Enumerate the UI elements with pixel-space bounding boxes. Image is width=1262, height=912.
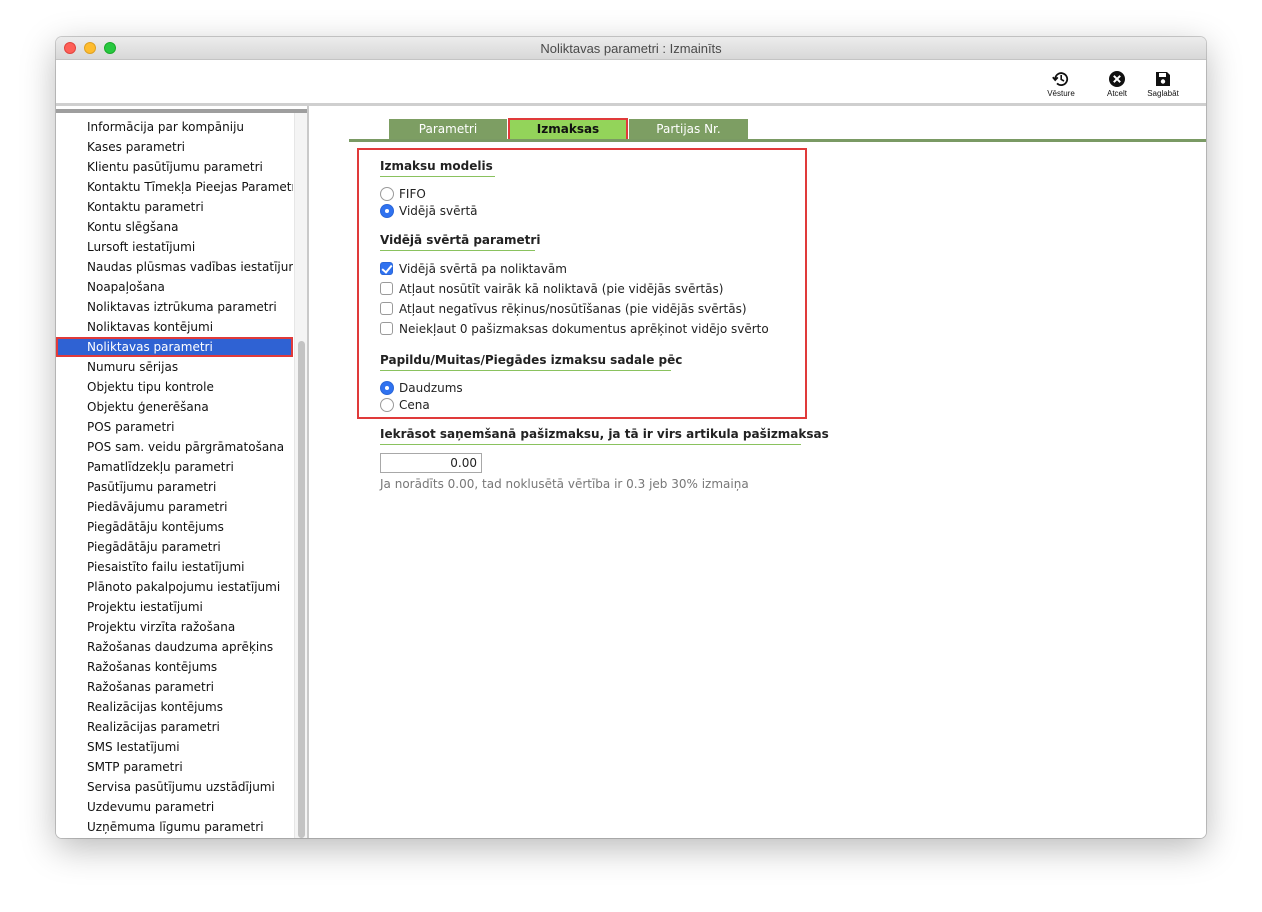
sidebar-item[interactable]: SMS Iestatījumi xyxy=(56,737,293,757)
sidebar-item[interactable]: Kontaktu parametri xyxy=(56,197,293,217)
sidebar-item[interactable]: Ražošanas daudzuma aprēķins xyxy=(56,637,293,657)
history-label: Vēsture xyxy=(1047,89,1075,98)
title-bar: Noliktavas parametri : Izmainīts xyxy=(56,37,1206,60)
sidebar-item[interactable]: Realizācijas parametri xyxy=(56,717,293,737)
toolbar: Vēsture Atcelt Saglabāt xyxy=(56,60,1206,106)
sidebar-item[interactable]: Piesaistīto failu iestatījumi xyxy=(56,557,293,577)
sidebar-item[interactable]: Pamatlīdzekļu parametri xyxy=(56,457,293,477)
sidebar: Informācija par kompāniju Kases parametri… xyxy=(56,109,307,838)
sidebar-item[interactable]: Pasūtījumu parametri xyxy=(56,477,293,497)
quantity-label: Daudzums xyxy=(399,381,463,395)
sidebar-item[interactable]: Projektu iestatījumi xyxy=(56,597,293,617)
sidebar-item[interactable]: Objektu ģenerēšana xyxy=(56,397,293,417)
sidebar-item[interactable]: Piedāvājumu parametri xyxy=(56,497,293,517)
sidebar-item[interactable]: Kases parametri xyxy=(56,137,293,157)
distribution-title: Papildu/Muitas/Piegādes izmaksu sadale p… xyxy=(380,353,682,371)
main-panel: Parametri Izmaksas Partijas Nr. Izmaksu … xyxy=(309,109,1206,838)
fifo-label: FIFO xyxy=(399,187,426,201)
sidebar-item[interactable]: Servisa pasūtījumu uzstādījumi xyxy=(56,777,293,797)
exclude-zero-cost-label: Neiekļaut 0 pašizmaksas dokumentus aprēķ… xyxy=(399,322,769,336)
sidebar-item[interactable]: Numuru sērijas xyxy=(56,357,293,377)
threshold-hint: Ja norādīts 0.00, tad noklusētā vērtība … xyxy=(380,477,749,491)
threshold-title: Iekrāsot saņemšanā pašizmaksu, ja tā ir … xyxy=(380,427,829,445)
radio-unselected xyxy=(380,397,394,412)
sidebar-item[interactable]: Informācija par kompāniju xyxy=(56,117,293,137)
fifo-radio[interactable]: FIFO xyxy=(380,186,426,202)
per-warehouse-label: Vidējā svērtā pa noliktavām xyxy=(399,262,567,276)
checkbox-unchecked xyxy=(380,322,393,335)
weighted-params-title: Vidējā svērtā parametri xyxy=(380,233,540,251)
floppy-disk-icon xyxy=(1156,72,1170,86)
sidebar-item[interactable]: Plānoto pakalpojumu iestatījumi xyxy=(56,577,293,597)
quantity-radio[interactable]: Daudzums xyxy=(380,380,463,396)
price-radio[interactable]: Cena xyxy=(380,397,430,413)
exclude-zero-cost-checkbox[interactable]: Neiekļaut 0 pašizmaksas dokumentus aprēķ… xyxy=(380,321,769,337)
threshold-input[interactable]: 0.00 xyxy=(380,453,482,473)
sidebar-item[interactable]: Naudas plūsmas vadības iestatījumi xyxy=(56,257,293,277)
price-label: Cena xyxy=(399,398,430,412)
allow-overship-checkbox[interactable]: Atļaut nosūtīt vairāk kā noliktavā (pie … xyxy=(380,281,723,297)
tab-bar-line xyxy=(349,139,1206,142)
tab-izmaksas[interactable]: Izmaksas xyxy=(508,118,628,141)
radio-unselected xyxy=(380,186,394,201)
per-warehouse-checkbox[interactable]: Vidējā svērtā pa noliktavām xyxy=(380,261,567,277)
sidebar-item[interactable]: Projektu virzīta ražošana xyxy=(56,617,293,637)
history-icon xyxy=(1052,72,1069,86)
cancel-button[interactable]: Atcelt xyxy=(1095,70,1139,98)
sidebar-item[interactable]: Noliktavas iztrūkuma parametri xyxy=(56,297,293,317)
allow-negative-checkbox[interactable]: Atļaut negatīvus rēķinus/nosūtīšanas (pi… xyxy=(380,301,747,317)
sidebar-item[interactable]: Klientu pasūtījumu parametri xyxy=(56,157,293,177)
sidebar-scrollbar[interactable] xyxy=(294,113,307,838)
tab-parametri[interactable]: Parametri xyxy=(389,119,507,140)
sidebar-list: Informācija par kompāniju Kases parametri… xyxy=(56,117,293,837)
sidebar-item[interactable]: Uzdevumu parametri xyxy=(56,797,293,817)
sidebar-scroll-thumb[interactable] xyxy=(298,341,305,838)
app-window: Noliktavas parametri : Izmainīts Vēsture… xyxy=(56,37,1206,838)
checkbox-checked xyxy=(380,262,393,275)
cancel-label: Atcelt xyxy=(1106,89,1127,98)
sidebar-item[interactable]: Objektu tipu kontrole xyxy=(56,377,293,397)
weighted-average-label: Vidējā svērtā xyxy=(399,204,478,218)
tab-partijas-nr[interactable]: Partijas Nr. xyxy=(629,119,748,140)
save-label: Saglabāt xyxy=(1147,89,1179,98)
sidebar-item[interactable]: Realizācijas kontējums xyxy=(56,697,293,717)
sidebar-item[interactable]: Piegādātāju parametri xyxy=(56,537,293,557)
history-button[interactable]: Vēsture xyxy=(1039,70,1083,98)
radio-selected xyxy=(380,380,394,395)
cost-model-title: Izmaksu modelis xyxy=(380,159,495,177)
sidebar-item[interactable]: Kontu slēgšana xyxy=(56,217,293,237)
checkbox-unchecked xyxy=(380,282,393,295)
sidebar-item[interactable]: Lursoft iestatījumi xyxy=(56,237,293,257)
sidebar-item[interactable]: Ražošanas kontējums xyxy=(56,657,293,677)
allow-overship-label: Atļaut nosūtīt vairāk kā noliktavā (pie … xyxy=(399,282,724,296)
sidebar-item[interactable]: Noliktavas parametri xyxy=(56,337,293,357)
sidebar-item[interactable]: Ražošanas parametri xyxy=(56,677,293,697)
sidebar-item[interactable]: SMTP parametri xyxy=(56,757,293,777)
radio-selected xyxy=(380,203,394,218)
sidebar-item[interactable]: Kontaktu Tīmekļa Pieejas Parametri xyxy=(56,177,293,197)
sidebar-item[interactable]: Uzņēmuma līgumu parametri xyxy=(56,817,293,837)
sidebar-item[interactable]: POS parametri xyxy=(56,417,293,437)
sidebar-item[interactable]: Noapaļošana xyxy=(56,277,293,297)
sidebar-item[interactable]: Noliktavas kontējumi xyxy=(56,317,293,337)
sidebar-item[interactable]: POS sam. veidu pārgrāmatošana xyxy=(56,437,293,457)
close-circle-icon xyxy=(1109,71,1125,87)
sidebar-item[interactable]: Piegādātāju kontējums xyxy=(56,517,293,537)
save-button[interactable]: Saglabāt xyxy=(1141,70,1185,98)
checkbox-unchecked xyxy=(380,302,393,315)
window-title: Noliktavas parametri : Izmainīts xyxy=(540,41,722,56)
weighted-average-radio[interactable]: Vidējā svērtā xyxy=(380,203,478,219)
allow-negative-label: Atļaut negatīvus rēķinus/nosūtīšanas (pi… xyxy=(399,302,747,316)
